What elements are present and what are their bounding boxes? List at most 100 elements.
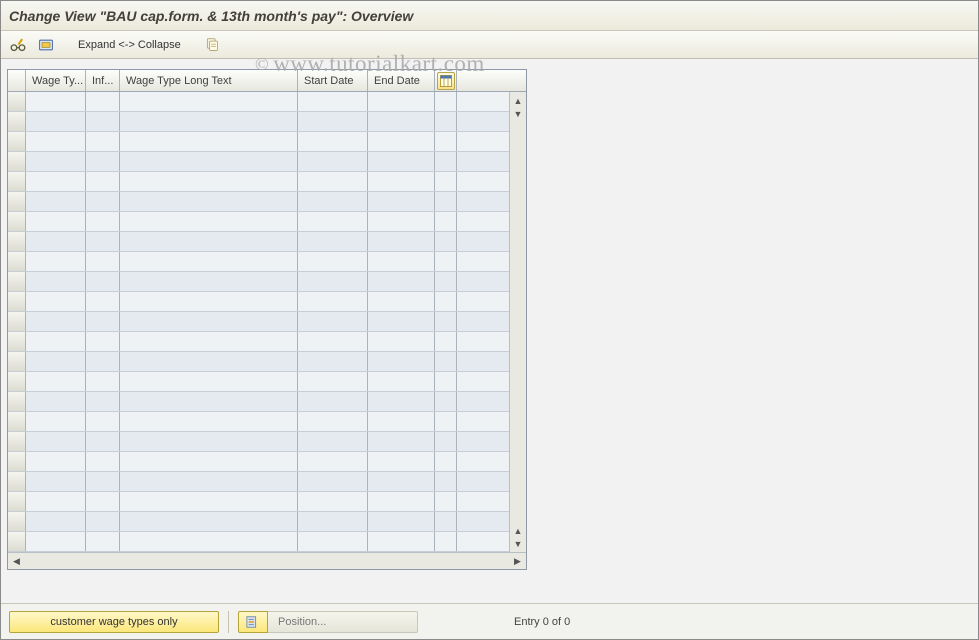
cell-wage-type[interactable] <box>26 132 86 151</box>
row-selector[interactable] <box>8 152 26 171</box>
cell-end-date[interactable] <box>368 112 435 131</box>
cell-inf[interactable] <box>86 132 120 151</box>
cell-start-date[interactable] <box>298 112 368 131</box>
cell-inf[interactable] <box>86 312 120 331</box>
cell-wage-type[interactable] <box>26 112 86 131</box>
table-row[interactable] <box>8 272 509 292</box>
table-row[interactable] <box>8 292 509 312</box>
cell-start-date[interactable] <box>298 472 368 491</box>
cell-wage-type[interactable] <box>26 332 86 351</box>
cell-long-text[interactable] <box>120 392 298 411</box>
cell-wage-type[interactable] <box>26 412 86 431</box>
cell-wage-type[interactable] <box>26 452 86 471</box>
table-row[interactable] <box>8 172 509 192</box>
customer-wage-types-button[interactable]: customer wage types only <box>9 611 219 633</box>
cell-wage-type[interactable] <box>26 472 86 491</box>
cell-long-text[interactable] <box>120 312 298 331</box>
table-row[interactable] <box>8 212 509 232</box>
cell-end-date[interactable] <box>368 292 435 311</box>
cell-long-text[interactable] <box>120 532 298 551</box>
cell-long-text[interactable] <box>120 452 298 471</box>
cell-inf[interactable] <box>86 252 120 271</box>
table-row[interactable] <box>8 192 509 212</box>
row-selector[interactable] <box>8 312 26 331</box>
cell-wage-type[interactable] <box>26 492 86 511</box>
row-selector[interactable] <box>8 132 26 151</box>
cell-wage-type[interactable] <box>26 252 86 271</box>
table-row[interactable] <box>8 372 509 392</box>
cell-start-date[interactable] <box>298 312 368 331</box>
cell-long-text[interactable] <box>120 332 298 351</box>
cell-wage-type[interactable] <box>26 232 86 251</box>
table-row[interactable] <box>8 352 509 372</box>
cell-wage-type[interactable] <box>26 212 86 231</box>
cell-start-date[interactable] <box>298 252 368 271</box>
cell-start-date[interactable] <box>298 392 368 411</box>
cell-inf[interactable] <box>86 452 120 471</box>
vertical-scrollbar[interactable]: ▲ ▼ ▲ ▼ <box>509 92 526 552</box>
cell-end-date[interactable] <box>368 352 435 371</box>
row-selector[interactable] <box>8 352 26 371</box>
row-selector[interactable] <box>8 372 26 391</box>
table-row[interactable] <box>8 512 509 532</box>
expand-collapse-button[interactable]: Expand <-> Collapse <box>69 35 190 55</box>
col-header-end-date[interactable]: End Date <box>368 70 435 91</box>
cell-end-date[interactable] <box>368 212 435 231</box>
table-row[interactable] <box>8 452 509 472</box>
cell-inf[interactable] <box>86 472 120 491</box>
cell-start-date[interactable] <box>298 192 368 211</box>
row-selector[interactable] <box>8 172 26 191</box>
cell-start-date[interactable] <box>298 452 368 471</box>
cell-inf[interactable] <box>86 232 120 251</box>
cell-inf[interactable] <box>86 172 120 191</box>
cell-end-date[interactable] <box>368 252 435 271</box>
cell-inf[interactable] <box>86 512 120 531</box>
cell-long-text[interactable] <box>120 492 298 511</box>
scroll-down-button[interactable]: ▼ <box>512 537 525 550</box>
cell-start-date[interactable] <box>298 232 368 251</box>
cell-inf[interactable] <box>86 212 120 231</box>
cell-wage-type[interactable] <box>26 292 86 311</box>
cell-end-date[interactable] <box>368 432 435 451</box>
cell-end-date[interactable] <box>368 172 435 191</box>
cell-end-date[interactable] <box>368 92 435 111</box>
cell-end-date[interactable] <box>368 152 435 171</box>
cell-long-text[interactable] <box>120 252 298 271</box>
cell-wage-type[interactable] <box>26 152 86 171</box>
cell-wage-type[interactable] <box>26 192 86 211</box>
cell-start-date[interactable] <box>298 492 368 511</box>
cell-start-date[interactable] <box>298 292 368 311</box>
cell-long-text[interactable] <box>120 292 298 311</box>
cell-inf[interactable] <box>86 432 120 451</box>
cell-start-date[interactable] <box>298 172 368 191</box>
table-row[interactable] <box>8 432 509 452</box>
cell-long-text[interactable] <box>120 172 298 191</box>
row-selector[interactable] <box>8 532 26 551</box>
cell-end-date[interactable] <box>368 132 435 151</box>
cell-long-text[interactable] <box>120 192 298 211</box>
cell-inf[interactable] <box>86 492 120 511</box>
cell-inf[interactable] <box>86 332 120 351</box>
cell-inf[interactable] <box>86 152 120 171</box>
row-selector[interactable] <box>8 92 26 111</box>
position-icon-button[interactable] <box>238 611 268 633</box>
row-selector[interactable] <box>8 112 26 131</box>
cell-inf[interactable] <box>86 192 120 211</box>
horizontal-scrollbar[interactable]: ◀ ▶ <box>8 552 526 569</box>
cell-long-text[interactable] <box>120 132 298 151</box>
cell-long-text[interactable] <box>120 432 298 451</box>
row-selector[interactable] <box>8 232 26 251</box>
cell-end-date[interactable] <box>368 492 435 511</box>
table-row[interactable] <box>8 492 509 512</box>
cell-inf[interactable] <box>86 352 120 371</box>
cell-start-date[interactable] <box>298 132 368 151</box>
table-row[interactable] <box>8 472 509 492</box>
table-row[interactable] <box>8 332 509 352</box>
configure-columns-button[interactable] <box>437 72 455 90</box>
cell-inf[interactable] <box>86 112 120 131</box>
cell-wage-type[interactable] <box>26 432 86 451</box>
cell-start-date[interactable] <box>298 532 368 551</box>
cell-wage-type[interactable] <box>26 392 86 411</box>
cell-long-text[interactable] <box>120 112 298 131</box>
cell-long-text[interactable] <box>120 232 298 251</box>
